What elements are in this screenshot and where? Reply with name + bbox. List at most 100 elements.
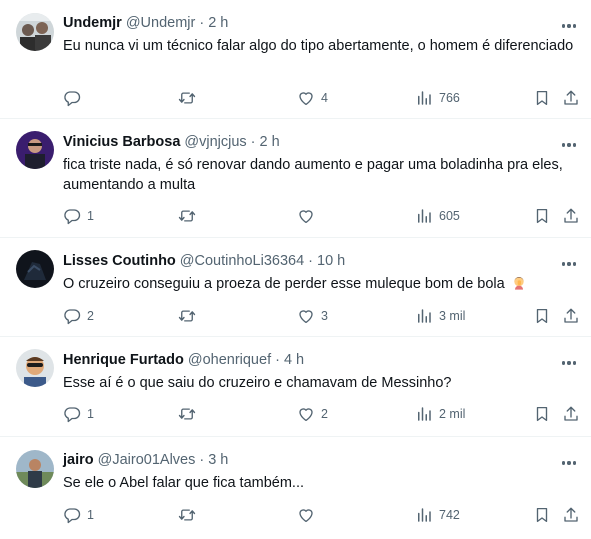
reply-icon	[64, 209, 81, 225]
tweet[interactable]: Vinicius Barbosa @vjnjcjus · 2 h fica tr…	[0, 119, 591, 238]
tweet-header: jairo @Jairo01Alves · 3 h	[63, 452, 541, 468]
tweet-header: Vinicius Barbosa @vjnjcjus · 2 h	[63, 134, 541, 150]
display-name[interactable]: Vinicius Barbosa	[63, 134, 180, 150]
like-icon	[299, 310, 313, 324]
bookmark-icon	[536, 208, 548, 224]
retweet-button[interactable]	[178, 88, 202, 108]
reply-count: 1	[87, 407, 94, 421]
timestamp[interactable]: 2 h	[260, 134, 280, 150]
bookmark-button[interactable]	[533, 306, 551, 326]
views-button[interactable]: 3 mil	[415, 306, 465, 326]
reply-count: 2	[87, 309, 94, 323]
tweet[interactable]: Lisses Coutinho @CoutinhoLi36364 · 10 h …	[0, 238, 591, 337]
share-button[interactable]	[562, 206, 580, 226]
share-icon	[564, 406, 578, 421]
reply-count: 1	[87, 508, 94, 522]
views-button[interactable]: 2 mil	[415, 404, 465, 424]
views-button[interactable]: 605	[415, 206, 460, 226]
more-icon[interactable]	[559, 137, 579, 153]
retweet-icon	[178, 408, 196, 420]
avatar[interactable]	[16, 349, 54, 387]
tweet-header: Undemjr @Undemjr · 2 h	[63, 15, 541, 31]
bookmark-button[interactable]	[533, 206, 551, 226]
retweet-button[interactable]	[178, 206, 202, 226]
tweet[interactable]: Undemjr @Undemjr · 2 h Eu nunca vi um té…	[0, 0, 591, 119]
share-button[interactable]	[562, 88, 580, 108]
user-handle[interactable]: @Jairo01Alves	[98, 452, 196, 468]
views-icon	[418, 508, 431, 522]
views-count: 742	[439, 508, 460, 522]
separator-dot: ·	[275, 352, 280, 368]
reply-icon	[64, 407, 81, 423]
like-button[interactable]	[297, 206, 321, 226]
reply-icon	[64, 309, 81, 325]
reply-button[interactable]: 1	[63, 404, 94, 424]
reply-button[interactable]: 1	[63, 505, 94, 525]
more-icon[interactable]	[559, 18, 579, 34]
timestamp[interactable]: 4 h	[284, 352, 304, 368]
display-name[interactable]: Lisses Coutinho	[63, 253, 176, 269]
tweet-text: Se ele o Abel falar que fica também...	[63, 475, 304, 491]
tweet-text: Eu nunca vi um técnico falar algo do tip…	[63, 38, 574, 54]
timestamp[interactable]: 10 h	[317, 253, 345, 269]
retweet-button[interactable]	[178, 306, 202, 326]
avatar[interactable]	[16, 131, 54, 169]
bookmark-button[interactable]	[533, 404, 551, 424]
tweet-feed: Undemjr @Undemjr · 2 h Eu nunca vi um té…	[0, 0, 591, 539]
like-count: 2	[321, 407, 328, 421]
like-button[interactable]: 2	[297, 404, 328, 424]
like-count: 4	[321, 91, 328, 105]
retweet-icon	[178, 92, 196, 104]
like-button[interactable]: 3	[297, 306, 328, 326]
more-icon[interactable]	[559, 256, 579, 272]
like-button[interactable]	[297, 505, 321, 525]
user-handle[interactable]: @CoutinhoLi36364	[180, 253, 304, 269]
display-name[interactable]: jairo	[63, 452, 94, 468]
user-handle[interactable]: @ohenriquef	[188, 352, 271, 368]
retweet-button[interactable]	[178, 505, 202, 525]
user-handle[interactable]: @vjnjcjus	[184, 134, 246, 150]
more-icon[interactable]	[559, 355, 579, 371]
bookmark-icon	[536, 507, 548, 523]
bookmark-button[interactable]	[533, 88, 551, 108]
share-icon	[564, 90, 578, 105]
bookmark-icon	[536, 406, 548, 422]
tweet[interactable]: Henrique Furtado @ohenriquef · 4 h Esse …	[0, 337, 591, 437]
tweet-header: Lisses Coutinho @CoutinhoLi36364 · 10 h	[63, 253, 541, 269]
reply-button[interactable]	[63, 88, 87, 108]
avatar[interactable]	[16, 250, 54, 288]
more-icon[interactable]	[559, 455, 579, 471]
bookmark-button[interactable]	[533, 505, 551, 525]
share-button[interactable]	[562, 404, 580, 424]
retweet-icon	[178, 210, 196, 222]
timestamp[interactable]: 3 h	[208, 452, 228, 468]
display-name[interactable]: Undemjr	[63, 15, 122, 31]
tweet-actions: 2 3 3 mil	[0, 306, 591, 326]
share-button[interactable]	[562, 306, 580, 326]
tweet[interactable]: jairo @Jairo01Alves · 3 h Se ele o Abel …	[0, 437, 591, 539]
views-count: 3 mil	[439, 309, 466, 323]
views-icon	[418, 91, 431, 105]
like-button[interactable]: 4	[297, 88, 328, 108]
like-icon	[299, 408, 313, 422]
retweet-button[interactable]	[178, 404, 202, 424]
tweet-actions: 1 742	[0, 505, 591, 525]
views-button[interactable]: 766	[415, 88, 460, 108]
tweet-text: Esse aí é o que saiu do cruzeiro e chama…	[63, 375, 452, 391]
views-button[interactable]: 742	[415, 505, 460, 525]
facepalm-emoji	[514, 277, 524, 290]
user-handle[interactable]: @Undemjr	[126, 15, 196, 31]
tweet-actions: 1 605	[0, 206, 591, 226]
views-icon	[418, 309, 431, 323]
timestamp[interactable]: 2 h	[208, 15, 228, 31]
reply-button[interactable]: 1	[63, 206, 94, 226]
share-button[interactable]	[562, 505, 580, 525]
separator-dot: ·	[199, 452, 205, 468]
avatar[interactable]	[16, 13, 54, 51]
tweet-actions: 4 766	[0, 88, 591, 108]
display-name[interactable]: Henrique Furtado	[63, 352, 184, 368]
retweet-icon	[178, 310, 196, 322]
avatar[interactable]	[16, 450, 54, 488]
reply-button[interactable]: 2	[63, 306, 94, 326]
like-icon	[299, 92, 313, 106]
